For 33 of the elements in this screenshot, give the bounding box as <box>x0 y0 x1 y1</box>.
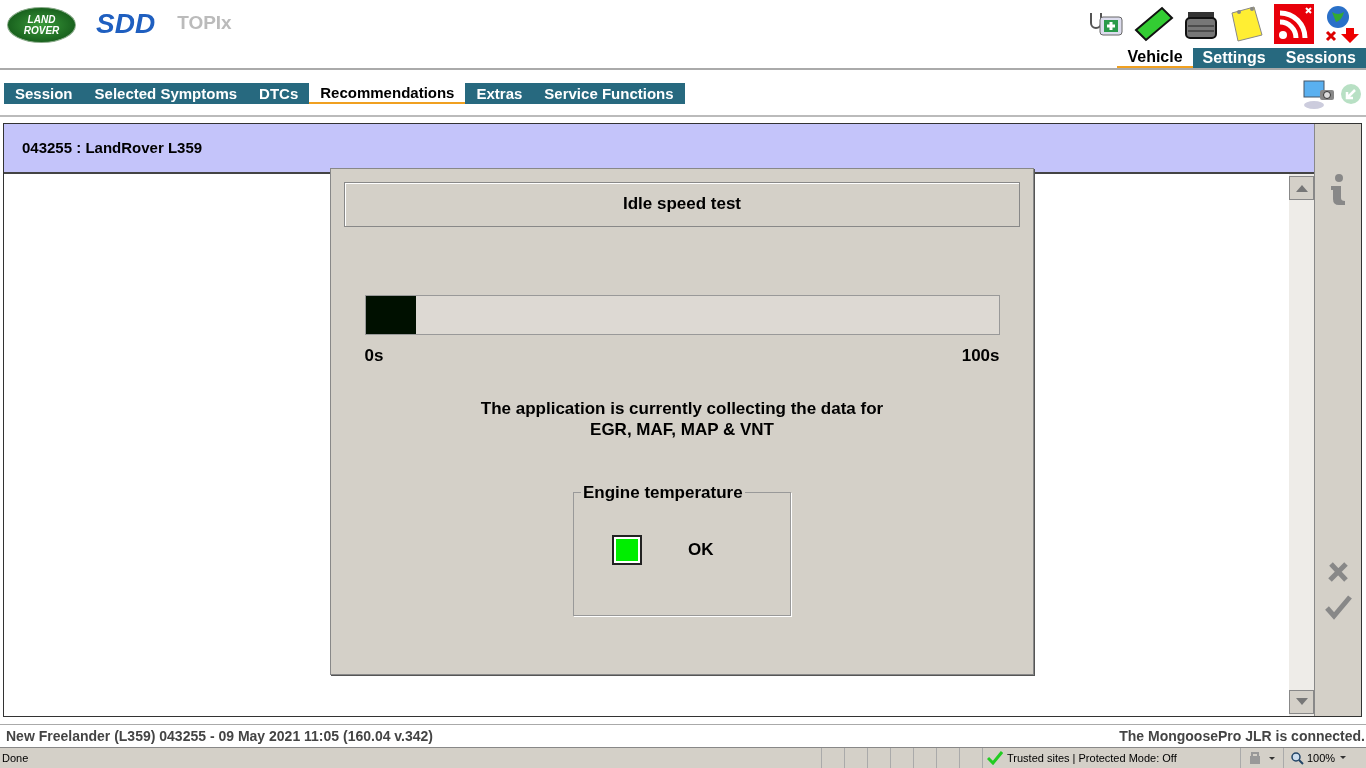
checkmark-icon[interactable] <box>1324 594 1352 621</box>
module-name: TOPIx <box>177 12 232 34</box>
scroll-up-button[interactable] <box>1289 175 1314 200</box>
group-title: Engine temperature <box>582 482 744 503</box>
top-tab[interactable]: Vehicle <box>1117 48 1193 68</box>
brand-logo: LAND ROVER <box>7 7 76 43</box>
app-name: SDD <box>96 8 156 40</box>
rss-feed-icon[interactable] <box>1274 4 1314 44</box>
status-text: Done <box>1 752 30 765</box>
zoom-button[interactable]: 100% <box>1283 748 1366 768</box>
checkmark-icon <box>987 751 1003 766</box>
scroll-down-button[interactable] <box>1289 690 1314 715</box>
top-tab[interactable]: Sessions <box>1275 48 1366 68</box>
dialog-title: Idle speed test <box>344 181 1020 227</box>
top-tab[interactable]: Settings <box>1192 48 1276 68</box>
vehicle-title: 043255 : LandRover L359 <box>22 139 203 157</box>
caret-icon <box>1338 755 1349 762</box>
globe-download-icon[interactable] <box>1324 4 1360 44</box>
up-arrow-icon <box>1295 183 1308 192</box>
connection-status: The MongoosePro JLR is connected. <box>1119 728 1365 745</box>
session-info: New Freelander (L359) 043255 - 09 May 2021 11:05 (160.04 v.342) <box>6 728 433 745</box>
progress-max-label: 100s <box>961 345 1000 366</box>
down-arrow-icon <box>1295 698 1308 707</box>
nav-tab[interactable]: Recommendations <box>309 83 466 105</box>
status-message: The application is currently collecting the data for EGR, MAF, MAP & VNT <box>480 397 884 440</box>
lock-caret-icon <box>1247 751 1277 766</box>
module-icon[interactable] <box>1134 6 1174 42</box>
magnifier-icon <box>1290 751 1304 766</box>
scrollbar[interactable] <box>1289 173 1314 717</box>
zone-text: Trusted sites | Protected Mode: Off <box>1007 752 1177 765</box>
monitor-camera-icon[interactable] <box>1302 77 1336 110</box>
progress-min-label: 0s <box>364 345 384 366</box>
status-text: OK <box>688 539 714 560</box>
